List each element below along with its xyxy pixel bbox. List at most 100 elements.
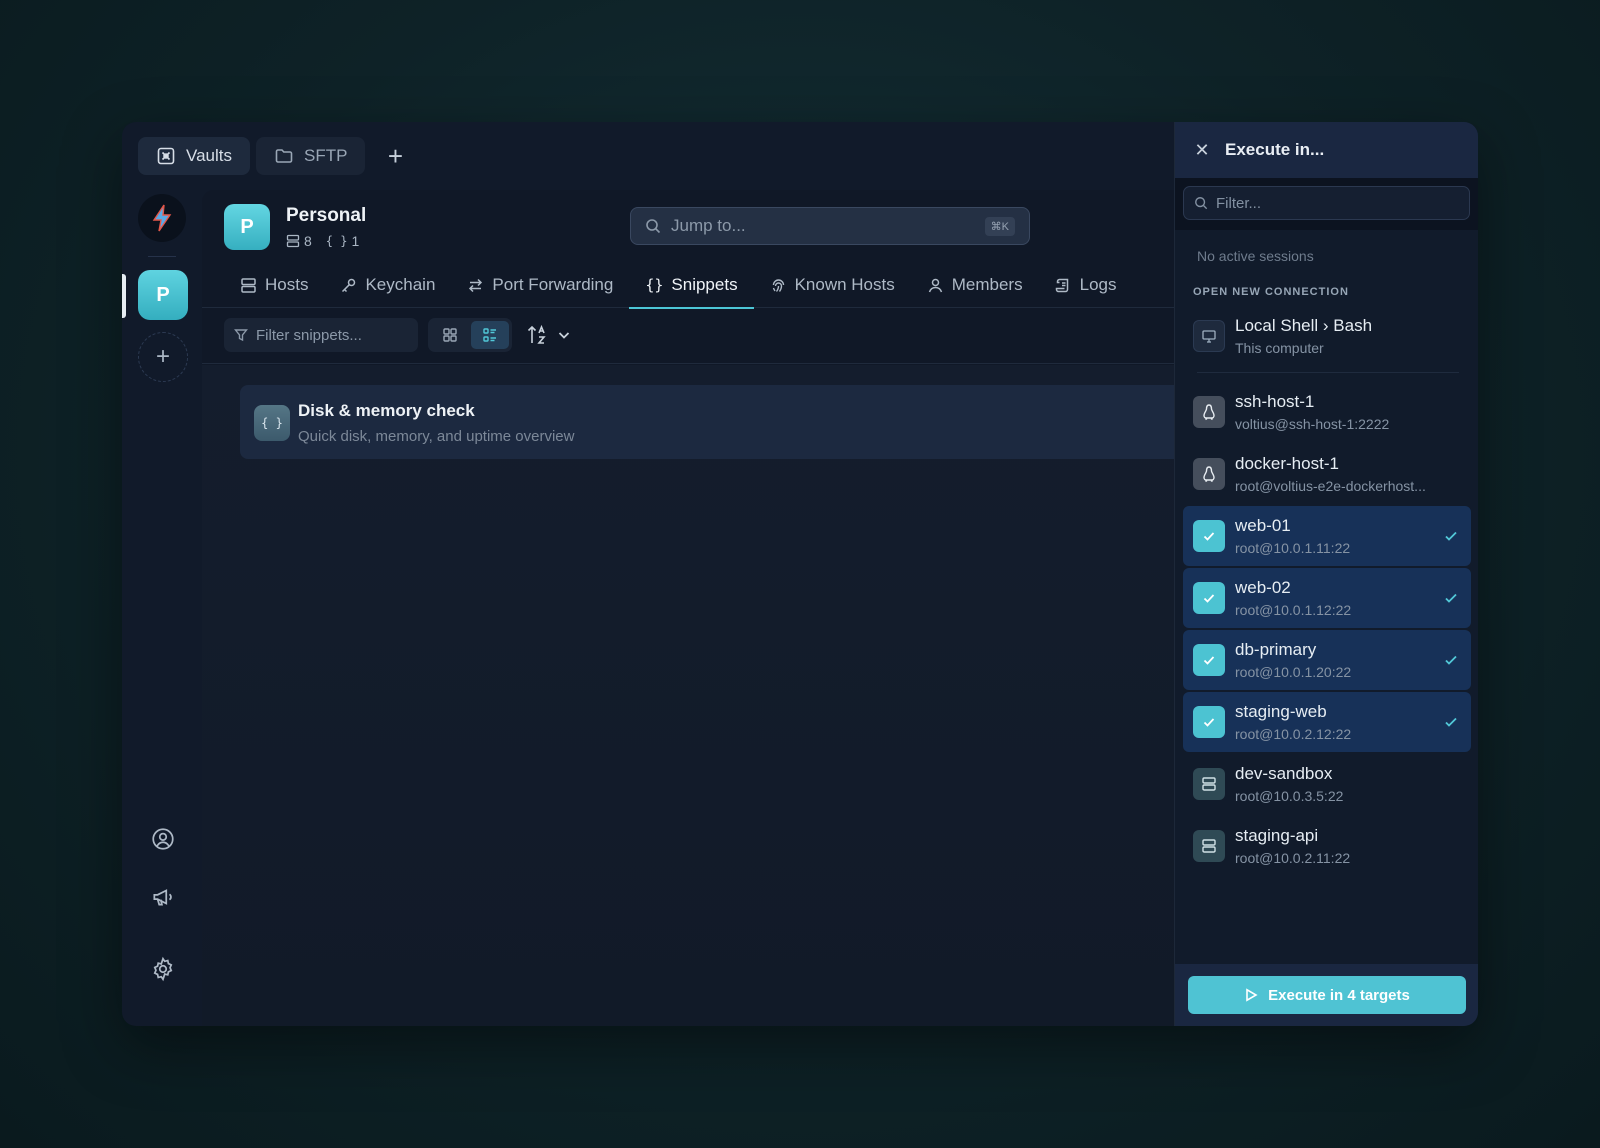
host-name: dev-sandbox [1235,764,1333,783]
search-icon [646,219,661,234]
close-icon[interactable]: ✕ [1193,140,1211,161]
local-shell-row[interactable]: Local Shell › Bash This computer [1183,306,1471,366]
host-row-staging-web[interactable]: staging-web root@10.0.2.12:22 [1183,692,1471,752]
panel-filter-input[interactable]: Filter... [1183,186,1470,220]
host-row-db-primary[interactable]: db-primary root@10.0.1.20:22 [1183,630,1471,690]
tab-hosts[interactable]: Hosts [224,262,324,308]
checkbox-checked-icon[interactable] [1193,520,1225,552]
tab-vaults-label: Vaults [186,146,232,165]
tab-keychain[interactable]: Keychain [324,262,451,308]
tab-keychain-label: Keychain [365,275,436,294]
user-icon [928,278,942,292]
host-row-dev-sandbox[interactable]: dev-sandbox root@10.0.3.5:22 [1183,754,1471,814]
host-row-web-02[interactable]: web-02 root@10.0.1.12:22 [1183,568,1471,628]
host-address: root@10.0.2.12:22 [1235,726,1352,742]
vault-switcher-personal[interactable]: P [138,270,188,320]
chevron-down-icon [558,332,570,339]
no-sessions-text: No active sessions [1197,248,1314,264]
server-icon [286,234,300,248]
host-address: root@10.0.3.5:22 [1235,788,1344,804]
braces-icon: {} [645,276,664,294]
hosts-count-value: 8 [304,233,312,249]
tab-port-forwarding[interactable]: Port Forwarding [451,262,629,308]
host-name: docker-host-1 [1235,454,1339,473]
jump-shortcut: ⌘K [984,216,1015,236]
main-area: P Personal 8 { } 1 Jump to... ⌘K Hosts K… [202,190,1200,1026]
check-icon [1445,717,1457,727]
snippet-title: Disk & memory check [298,401,475,420]
tab-port-forwarding-label: Port Forwarding [492,275,614,294]
app-logo[interactable] [138,194,186,242]
checkbox-checked-icon[interactable] [1193,644,1225,676]
list-view-button[interactable] [471,321,509,349]
host-row-web-01[interactable]: web-01 root@10.0.1.11:22 [1183,506,1471,566]
tab-known-hosts[interactable]: Known Hosts [754,262,911,308]
folder-icon [275,149,293,163]
play-icon [1246,988,1258,1002]
execute-button[interactable]: Execute in 4 targets [1188,976,1466,1014]
execute-panel: ✕ Execute in... Filter... No active sess… [1174,122,1478,1026]
braces-icon: { } [325,234,348,248]
view-toggle [428,318,512,352]
tab-logs[interactable]: Logs [1039,262,1133,308]
panel-filter-placeholder: Filter... [1216,194,1262,212]
tab-known-hosts-label: Known Hosts [794,275,895,294]
snippet-card[interactable]: { } Disk & memory check Quick disk, memo… [240,385,1200,459]
tab-members[interactable]: Members [911,262,1039,308]
tab-vaults[interactable]: Vaults [138,137,250,175]
rail-divider [148,256,176,257]
snippet-description: Quick disk, memory, and uptime overview [298,428,575,445]
monitor-icon [1193,320,1225,352]
hosts-count: 8 [286,233,312,249]
host-address: root@10.0.1.11:22 [1235,540,1351,556]
vault-icon [157,147,175,165]
linux-icon [1193,396,1225,428]
new-tab-button[interactable]: + [377,138,413,174]
host-address: root@10.0.1.20:22 [1235,664,1352,680]
tab-members-label: Members [951,275,1023,294]
panel-header: ✕ Execute in... [1175,122,1478,178]
host-name: web-02 [1235,578,1291,597]
panel-footer: Execute in 4 targets [1175,964,1478,1026]
host-row-ssh-host-1[interactable]: ssh-host-1 voltius@ssh-host-1:2222 [1183,382,1471,442]
host-name: db-primary [1235,640,1317,659]
open-new-connection-label: OPEN NEW CONNECTION [1193,286,1349,298]
left-rail: P + [122,190,202,1026]
funnel-icon [234,329,248,342]
filter-snippets-placeholder: Filter snippets... [256,326,362,344]
key-icon [342,278,356,292]
jump-to-search[interactable]: Jump to... ⌘K [630,207,1030,245]
megaphone-icon[interactable] [150,884,176,910]
server-icon [1193,768,1225,800]
fingerprint-icon [772,278,784,292]
row-divider [1197,372,1459,373]
host-row-docker-host-1[interactable]: docker-host-1 root@voltius-e2e-dockerhos… [1183,444,1471,504]
grid-icon [443,328,457,342]
host-address: root@10.0.2.11:22 [1235,850,1351,866]
filter-snippets-input[interactable]: Filter snippets... [224,318,418,352]
server-icon [241,277,256,293]
sort-button[interactable] [526,320,572,350]
account-icon[interactable] [150,826,176,852]
host-address: root@voltius-e2e-dockerhost... [1235,478,1426,494]
vault-avatar: P [224,204,270,250]
check-icon [1445,593,1457,603]
host-address: voltius@ssh-host-1:2222 [1235,416,1390,432]
section-tabs: Hosts Keychain Port Forwarding {} Snippe… [202,262,1174,309]
check-icon [1445,655,1457,665]
add-vault-button[interactable]: + [138,332,188,382]
list-icon [483,328,496,342]
host-address: root@10.0.1.12:22 [1235,602,1352,618]
server-icon [1193,830,1225,862]
host-row-staging-api[interactable]: staging-api root@10.0.2.11:22 [1183,816,1471,876]
linux-icon [1193,458,1225,490]
local-shell-name: Local Shell › Bash [1235,316,1373,335]
checkbox-checked-icon[interactable] [1193,582,1225,614]
grid-view-button[interactable] [431,321,469,349]
app-window: Vaults SFTP + P + P Personal 8 {} 1 Jum… [122,122,1478,1026]
checkbox-checked-icon[interactable] [1193,706,1225,738]
gear-icon[interactable] [150,956,176,982]
tab-snippets[interactable]: {} Snippets [629,262,754,309]
tab-sftp[interactable]: SFTP [256,137,366,175]
local-shell-sub: This computer [1235,340,1324,356]
